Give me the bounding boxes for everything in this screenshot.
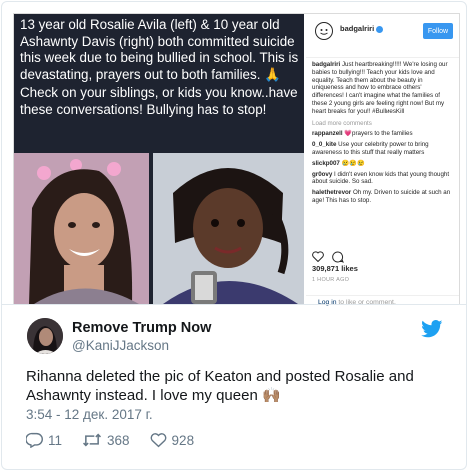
divider bbox=[2, 304, 466, 305]
comment-item: slickp007 😢😢😢 bbox=[312, 160, 455, 168]
verified-icon bbox=[376, 25, 384, 33]
comment-user[interactable]: slickp007 bbox=[312, 160, 340, 167]
comment-user[interactable]: rappanzell bbox=[312, 130, 343, 137]
instagram-logo-icon[interactable] bbox=[315, 22, 333, 40]
retweet-count: 368 bbox=[107, 432, 130, 448]
instagram-header: badgalriri Follow bbox=[306, 14, 459, 58]
tweet-date[interactable]: 3:54 - 12 дек. 2017 г. bbox=[26, 407, 153, 422]
author-name[interactable]: Remove Trump Now bbox=[72, 320, 211, 336]
instagram-embed[interactable]: 13 year old Rosalie Avila (left) & 10 ye… bbox=[13, 13, 460, 306]
author-handle[interactable]: @KaniJJackson bbox=[72, 338, 169, 353]
tweet-body: Rihanna deleted the pic of Keaton and po… bbox=[26, 368, 414, 404]
post-body: Just heartbreaking!!!!! We're losing our… bbox=[312, 61, 448, 115]
comment-item: halethetrevor Oh my. Driven to suicide a… bbox=[312, 189, 455, 205]
like-action[interactable]: 928 bbox=[150, 432, 195, 448]
instagram-username[interactable]: badgalriri bbox=[340, 24, 384, 33]
comment-user[interactable]: 0_0_kite bbox=[312, 141, 336, 148]
retweet-action[interactable]: 368 bbox=[82, 432, 130, 448]
comment-icon[interactable] bbox=[332, 251, 345, 263]
tweet-card: 13 year old Rosalie Avila (left) & 10 ye… bbox=[1, 1, 467, 470]
caption-line-2: Check on your siblings, or kids you know… bbox=[20, 85, 298, 117]
comment-text: 💗prayers to the families bbox=[344, 130, 413, 138]
retweet-icon[interactable] bbox=[82, 432, 102, 448]
comment-item: gr0ovy I didn't even know kids that youn… bbox=[312, 171, 455, 187]
follow-button[interactable]: Follow bbox=[423, 23, 453, 39]
raised-hands-emoji: 🙌🏽 bbox=[261, 387, 281, 404]
comment-item: rappanzell 💗prayers to the families bbox=[312, 130, 455, 138]
photo-rosalie bbox=[14, 153, 149, 304]
comment-text: I didn't even know kids that young thoug… bbox=[312, 170, 450, 186]
caption-line-1: 13 year old Rosalie Avila (left) & 10 ye… bbox=[20, 17, 299, 82]
post-text: badgalriri Just heartbreaking!!!!! We're… bbox=[312, 61, 455, 116]
tweet-text: Rihanna deleted the pic of Keaton and po… bbox=[26, 367, 446, 405]
like-icon[interactable] bbox=[150, 432, 167, 448]
instagram-sidebar: badgalriri Follow badgalriri Just heartb… bbox=[306, 14, 459, 306]
twitter-bird-icon[interactable] bbox=[421, 320, 443, 338]
username-text[interactable]: badgalriri bbox=[340, 24, 374, 33]
instagram-post-image[interactable]: 13 year old Rosalie Avila (left) & 10 ye… bbox=[14, 14, 304, 304]
comment-item: 0_0_kite Use your celebrity power to bri… bbox=[312, 141, 455, 157]
post-caption: 13 year old Rosalie Avila (left) & 10 ye… bbox=[20, 17, 302, 119]
tweet-actions: 11 368 928 bbox=[26, 432, 214, 448]
post-time: 1 HOUR AGO bbox=[312, 277, 350, 283]
comment-user[interactable]: gr0ovy bbox=[312, 171, 332, 178]
comment-user[interactable]: halethetrevor bbox=[312, 189, 351, 196]
comment-text: 😢😢😢 bbox=[341, 159, 365, 167]
reply-icon[interactable] bbox=[26, 432, 43, 448]
photo-ashawnty bbox=[153, 153, 304, 304]
instagram-comments: badgalriri Just heartbreaking!!!!! We're… bbox=[312, 61, 455, 205]
load-more-comments[interactable]: Load more comments bbox=[312, 120, 455, 128]
reply-count: 11 bbox=[48, 432, 63, 448]
likes-count: 309,871 likes bbox=[312, 264, 358, 273]
reply-action[interactable]: 11 bbox=[26, 432, 62, 448]
avatar[interactable] bbox=[27, 318, 63, 354]
like-count: 928 bbox=[171, 432, 195, 448]
post-author[interactable]: badgalriri bbox=[312, 61, 340, 68]
heart-icon[interactable] bbox=[312, 251, 324, 263]
